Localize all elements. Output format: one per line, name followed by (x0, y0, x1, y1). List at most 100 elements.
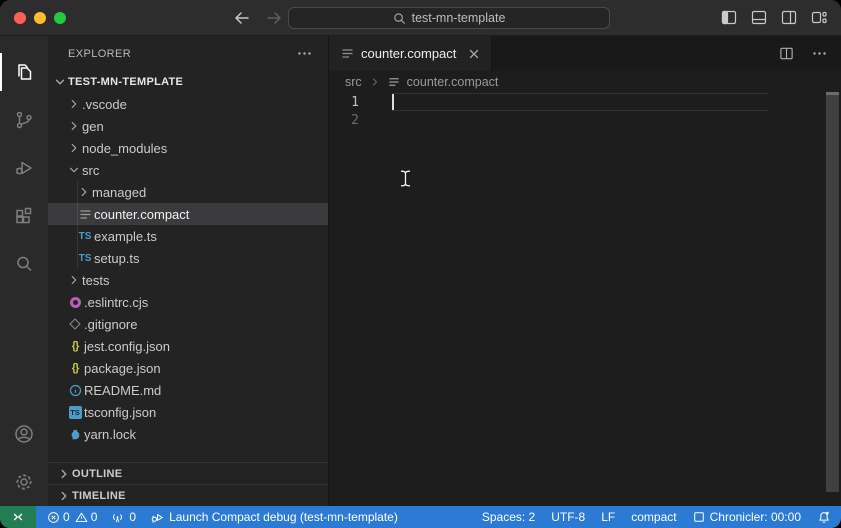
encoding-status[interactable]: UTF-8 (551, 510, 585, 524)
forward-icon[interactable] (264, 8, 284, 28)
tree-item-example-ts[interactable]: TS example.ts (48, 225, 328, 247)
tree-item-eslintrc[interactable]: .eslintrc.cjs (48, 291, 328, 313)
file-lines-icon (341, 47, 354, 60)
notifications-status[interactable] (817, 510, 831, 524)
activity-item-search[interactable] (0, 240, 48, 288)
minimize-window-button[interactable] (34, 12, 46, 24)
chevron-right-icon (66, 141, 82, 155)
tree-item-vscode[interactable]: .vscode (48, 93, 328, 115)
tree-item-tsconfig[interactable]: TS tsconfig.json (48, 401, 328, 423)
eol-status[interactable]: LF (601, 510, 615, 524)
tree-item-tests[interactable]: tests (48, 269, 328, 291)
outline-label: OUTLINE (72, 468, 122, 480)
zoom-window-button[interactable] (54, 12, 66, 24)
close-icon[interactable] (469, 49, 479, 59)
tree-item-setup-ts[interactable]: TS setup.ts (48, 247, 328, 269)
ports-status[interactable]: 0 (111, 510, 136, 524)
activity-item-source-control[interactable] (0, 96, 48, 144)
eslint-icon (66, 297, 84, 308)
warning-count: 0 (91, 510, 98, 524)
sidebar-title: EXPLORER (68, 48, 131, 60)
encoding-label: UTF-8 (551, 510, 585, 524)
tree-item-label: gen (82, 119, 104, 134)
file-lines-icon (388, 76, 400, 88)
close-window-button[interactable] (14, 12, 26, 24)
search-icon (12, 252, 36, 276)
language-mode-status[interactable]: compact (631, 510, 676, 524)
typescript-icon: TS (76, 231, 94, 242)
code-area[interactable]: 1 2 (329, 93, 841, 506)
layout-controls (721, 10, 827, 25)
activity-item-explorer[interactable] (0, 48, 48, 96)
timeline-section-header[interactable]: TIMELINE (48, 484, 328, 506)
tree-item-label: managed (92, 185, 146, 200)
history-nav (232, 8, 284, 28)
status-right: Spaces: 2 UTF-8 LF compact Chronicler: 0… (482, 510, 841, 524)
toggle-primary-sidebar-icon[interactable] (721, 10, 737, 25)
breadcrumb-folder[interactable]: src (345, 75, 362, 89)
workspace-name: TEST-MN-TEMPLATE (68, 76, 183, 88)
git-icon (66, 320, 84, 328)
tree-item-label: tsconfig.json (84, 405, 156, 420)
command-center-search[interactable]: test-mn-template (288, 7, 610, 29)
toggle-panel-icon[interactable] (751, 10, 767, 25)
code-line: 2 (329, 111, 841, 129)
chronicler-status[interactable]: Chronicler: 00:00 (693, 510, 801, 524)
error-count: 0 (63, 510, 70, 524)
debug-icon (12, 156, 36, 180)
tree-item-readme[interactable]: README.md (48, 379, 328, 401)
tree-item-label: .gitignore (84, 317, 137, 332)
traffic-lights (14, 12, 66, 24)
vertical-scrollbar[interactable] (826, 92, 839, 492)
problems-status[interactable]: 0 0 (47, 510, 97, 524)
more-actions-icon[interactable] (812, 46, 827, 61)
tree-item-label: README.md (84, 383, 161, 398)
record-square-icon (693, 511, 705, 523)
sidebar-explorer: EXPLORER TEST-MN-TEMPLATE .vscode (48, 36, 329, 506)
typescript-icon: TS (76, 253, 94, 264)
tree-item-node-modules[interactable]: node_modules (48, 137, 328, 159)
ports-count: 0 (129, 510, 136, 524)
remote-indicator[interactable] (0, 506, 36, 528)
indentation-status[interactable]: Spaces: 2 (482, 510, 535, 524)
eol-label: LF (601, 510, 615, 524)
search-icon (393, 12, 406, 25)
tree-item-gitignore[interactable]: .gitignore (48, 313, 328, 335)
workspace-section-header[interactable]: TEST-MN-TEMPLATE (48, 71, 328, 93)
chevron-right-icon (56, 489, 72, 503)
main-area: EXPLORER TEST-MN-TEMPLATE .vscode (0, 36, 841, 506)
customize-layout-icon[interactable] (811, 10, 827, 25)
activity-item-accounts[interactable] (0, 410, 48, 458)
tree-item-gen[interactable]: gen (48, 115, 328, 137)
activity-item-settings[interactable] (0, 458, 48, 506)
tree-item-counter-compact[interactable]: counter.compact (48, 203, 328, 225)
timeline-label: TIMELINE (72, 490, 126, 502)
activity-item-run-debug[interactable] (0, 144, 48, 192)
tree-item-package-json[interactable]: {} package.json (48, 357, 328, 379)
language-label: compact (631, 510, 676, 524)
tree-item-jest-config[interactable]: {} jest.config.json (48, 335, 328, 357)
indentation-label: Spaces: 2 (482, 510, 535, 524)
tree-item-yarn-lock[interactable]: yarn.lock (48, 423, 328, 445)
activity-item-extensions[interactable] (0, 192, 48, 240)
chevron-down-icon (66, 163, 82, 177)
chevron-right-icon (66, 97, 82, 111)
split-editor-icon[interactable] (779, 46, 794, 61)
file-lines-icon (76, 208, 94, 221)
gear-icon (12, 470, 36, 494)
tree-item-label: jest.config.json (84, 339, 170, 354)
outline-section-header[interactable]: OUTLINE (48, 462, 328, 484)
tab-counter-compact[interactable]: counter.compact (329, 36, 492, 71)
launch-label: Launch Compact debug (test-mn-template) (169, 510, 398, 524)
breadcrumb-file[interactable]: counter.compact (407, 75, 499, 89)
tree-item-src[interactable]: src (48, 159, 328, 181)
back-icon[interactable] (232, 8, 252, 28)
tree-item-managed[interactable]: managed (48, 181, 328, 203)
more-actions-icon[interactable] (297, 46, 312, 61)
launch-debug-status[interactable]: Launch Compact debug (test-mn-template) (150, 510, 398, 524)
toggle-secondary-sidebar-icon[interactable] (781, 10, 797, 25)
vscode-window: test-mn-template (0, 0, 841, 528)
sidebar-header: EXPLORER (48, 36, 328, 71)
chevron-down-icon (52, 75, 68, 89)
ts-square-icon: TS (66, 406, 84, 419)
